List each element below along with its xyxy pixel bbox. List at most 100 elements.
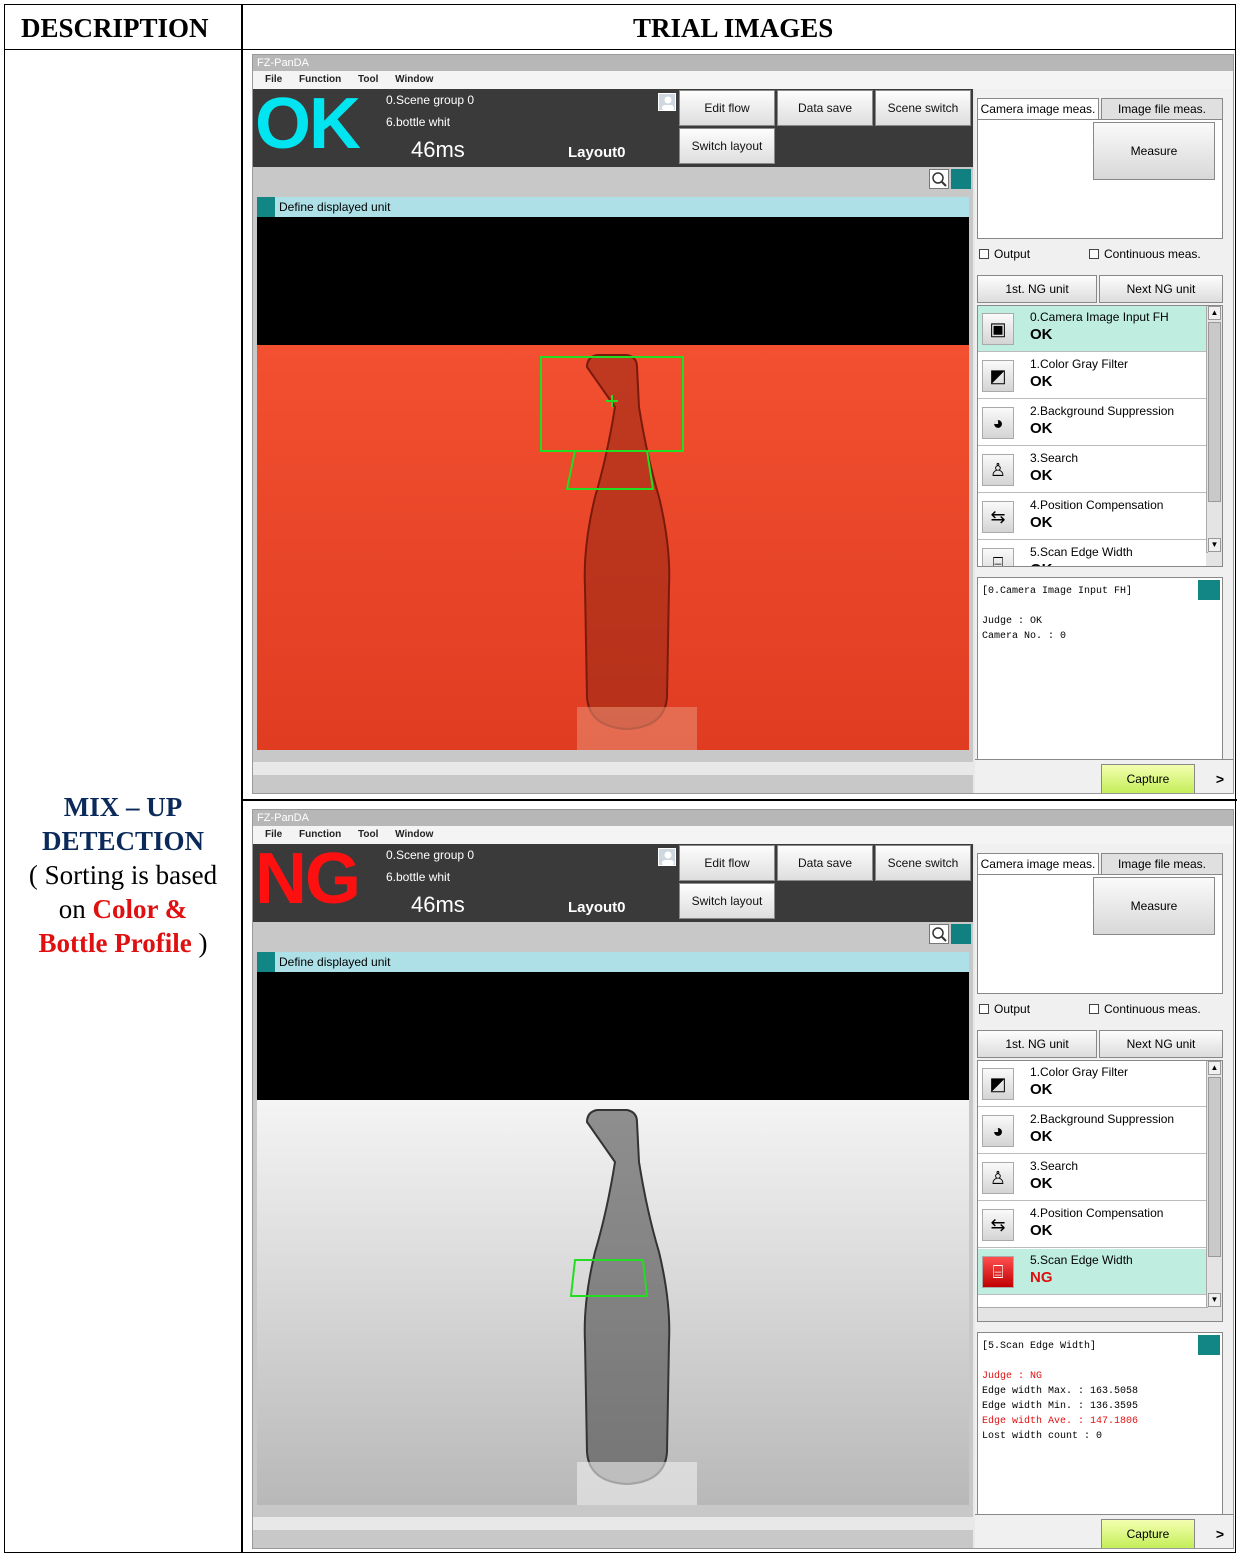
tab-image-file-meas[interactable]: Image file meas. (1101, 853, 1223, 875)
continuous-meas-checkbox[interactable]: Continuous meas. (1089, 247, 1201, 261)
unit-row[interactable]: ▣ 0.Camera Image Input FH OK (978, 306, 1206, 352)
unit-name: 2.Background Suppression (1030, 404, 1175, 418)
scroll-up-arrow[interactable]: ▲ (1208, 306, 1221, 320)
menu-tool[interactable]: Tool (358, 829, 378, 840)
camera-image[interactable] (257, 972, 969, 1505)
unit-name: 1.Color Gray Filter (1030, 1065, 1129, 1079)
unit-row[interactable]: ⌸ 5.Scan Edge Width OK (978, 541, 1206, 566)
detail-line: Edge width Max. : 163.5058 (982, 1386, 1139, 1397)
unit-row[interactable]: ♙ 3.Search OK (978, 1155, 1206, 1201)
desc-bottle: Bottle Profile (38, 928, 192, 958)
layout-name: Layout0 (568, 899, 626, 916)
capture-button[interactable]: Capture (1101, 764, 1195, 793)
unit-judge: OK (1030, 561, 1053, 566)
expand-button[interactable]: > (1211, 1519, 1229, 1548)
unit-row[interactable]: ◩ 1.Color Gray Filter OK (978, 353, 1206, 399)
unit-name: 4.Position Compensation (1030, 1206, 1164, 1220)
scene-name: 6.bottle whit (386, 870, 451, 884)
edit-flow-button[interactable]: Edit flow (679, 90, 775, 126)
unit-judge: OK (1030, 467, 1053, 484)
switch-layout-button[interactable]: Switch layout (679, 128, 775, 164)
output-label: Output (994, 247, 1031, 261)
column-divider (241, 5, 243, 1552)
unit-list-hscrollbar[interactable] (978, 1307, 1208, 1321)
next-ng-unit-button[interactable]: Next NG unit (1099, 275, 1223, 303)
checkbox-icon (1089, 1004, 1099, 1014)
zoom-icon[interactable] (929, 924, 949, 944)
camera-image[interactable] (257, 217, 969, 750)
scene-switch-button[interactable]: Scene switch (875, 845, 971, 881)
output-checkbox[interactable]: Output (979, 247, 1030, 261)
define-displayed-unit[interactable]: Define displayed unit (257, 952, 969, 972)
output-checkbox[interactable]: Output (979, 1002, 1030, 1016)
processing-time: 46ms (411, 892, 465, 917)
bottle-image (257, 217, 969, 750)
desc-line-5: Bottle Profile ) (5, 926, 241, 960)
unit-list-scrollbar[interactable]: ▲ ▼ (1206, 306, 1222, 566)
tab-camera-image-meas[interactable]: Camera image meas. (977, 98, 1099, 120)
menu-tool[interactable]: Tool (358, 74, 378, 85)
data-save-button[interactable]: Data save (777, 90, 873, 126)
continuous-label: Continuous meas. (1104, 247, 1201, 261)
unit-row[interactable]: ◕ 2.Background Suppression OK (978, 400, 1206, 446)
scroll-up-arrow[interactable]: ▲ (1208, 1061, 1221, 1075)
scroll-thumb[interactable] (1208, 322, 1221, 502)
scene-name: 6.bottle whit (386, 115, 451, 129)
display-settings-icon[interactable] (951, 169, 971, 189)
switch-layout-button[interactable]: Switch layout (679, 883, 775, 919)
scene-switch-button[interactable]: Scene switch (875, 90, 971, 126)
unit-row[interactable]: ◩ 1.Color Gray Filter OK (978, 1061, 1206, 1107)
unit-color-marker (257, 952, 275, 972)
overall-judge: OK (255, 84, 361, 164)
unit-row[interactable]: ⌸ 5.Scan Edge Width NG (978, 1249, 1206, 1295)
unit-name: 0.Camera Image Input FH (1030, 310, 1169, 324)
first-ng-unit-button[interactable]: 1st. NG unit (977, 275, 1097, 303)
unit-list-scrollbar[interactable]: ▲ ▼ (1206, 1061, 1222, 1321)
continuous-meas-checkbox[interactable]: Continuous meas. (1089, 1002, 1201, 1016)
desc-on: on (58, 894, 86, 924)
scene-group: 0.Scene group 0 (386, 848, 475, 862)
user-icon[interactable] (658, 93, 676, 111)
rgb-icon: ◕ (982, 1115, 1014, 1147)
first-ng-unit-button[interactable]: 1st. NG unit (977, 1030, 1097, 1058)
unit-judge: OK (1030, 1175, 1053, 1192)
unit-row[interactable]: ⇆ 4.Position Compensation OK (978, 494, 1206, 540)
desc-line-3: ( Sorting is based (28, 860, 218, 890)
unit-row[interactable]: ⇆ 4.Position Compensation OK (978, 1202, 1206, 1248)
scroll-down-arrow[interactable]: ▼ (1208, 538, 1221, 552)
unit-row[interactable]: ♙ 3.Search OK (978, 447, 1206, 493)
edit-flow-button[interactable]: Edit flow (679, 845, 775, 881)
search-unit-icon: ♙ (982, 1162, 1014, 1194)
edge-icon: ⌸ (982, 548, 1014, 566)
menu-window[interactable]: Window (395, 74, 433, 85)
define-displayed-unit-label: Define displayed unit (279, 955, 391, 969)
control-panel: Camera image meas. Image file meas. Meas… (975, 844, 1233, 1548)
data-save-button[interactable]: Data save (777, 845, 873, 881)
define-displayed-unit[interactable]: Define displayed unit (257, 197, 969, 217)
menu-window[interactable]: Window (395, 829, 433, 840)
expand-button[interactable]: > (1211, 764, 1229, 793)
menu-bar: File Function Tool Window (253, 71, 1233, 89)
image-pane: Define displayed unit (253, 167, 973, 762)
next-ng-unit-button[interactable]: Next NG unit (1099, 1030, 1223, 1058)
unit-list: ▲ ▼ ◩ 1.Color Gray Filter OK ◕ 2.Background … (977, 1060, 1223, 1322)
unit-name: 5.Scan Edge Width (1030, 545, 1133, 559)
tab-camera-image-meas[interactable]: Camera image meas. (977, 853, 1099, 875)
measure-tab-body: Measure (977, 119, 1223, 239)
unit-row[interactable]: ◕ 2.Background Suppression OK (978, 1108, 1206, 1154)
tab-image-file-meas[interactable]: Image file meas. (1101, 98, 1223, 120)
user-icon[interactable] (658, 848, 676, 866)
measure-button[interactable]: Measure (1093, 122, 1215, 180)
unit-name: 4.Position Compensation (1030, 498, 1164, 512)
capture-button[interactable]: Capture (1101, 1519, 1195, 1548)
detail-line (982, 1354, 1218, 1369)
scroll-thumb[interactable] (1208, 1077, 1221, 1257)
measure-button[interactable]: Measure (1093, 877, 1215, 935)
app-title: FZ-PanDA (253, 810, 1233, 826)
unit-judge: OK (1030, 326, 1053, 343)
display-settings-icon[interactable] (951, 924, 971, 944)
zoom-icon[interactable] (929, 169, 949, 189)
unit-name: 3.Search (1030, 1159, 1079, 1173)
scroll-down-arrow[interactable]: ▼ (1208, 1293, 1221, 1307)
camera-icon: ▣ (982, 313, 1014, 345)
